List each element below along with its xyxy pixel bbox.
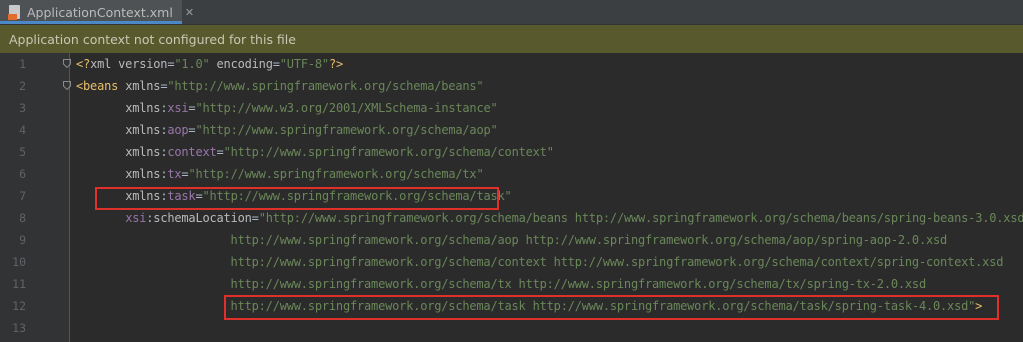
line-number: 2 [19,79,26,93]
xml-file-icon [8,4,21,20]
code-text: xmlns:aop="http://www.springframework.or… [76,119,498,141]
code-token: "http://www.w3.org/2001/XMLSchema-instan… [195,101,498,115]
highlight-box-line-12 [224,295,999,320]
code-line[interactable]: 5 xmlns:context="http://www.springframew… [0,141,1023,163]
fold-marker-icon[interactable] [63,59,71,68]
code-token: <beans [76,79,126,93]
code-token: = [251,211,259,225]
code-line[interactable]: 8 xsi:schemaLocation="http://www.springf… [0,207,1023,229]
code-token: encoding [209,57,273,71]
code-token: <? [76,57,91,71]
line-number: 8 [19,211,26,225]
line-number: 4 [19,123,26,137]
code-text: xsi:schemaLocation="http://www.springfra… [76,207,1023,229]
code-token: schemaLocation [153,211,252,225]
line-number: 13 [12,321,26,335]
code-line[interactable]: 1 <?xml version="1.0" encoding="UTF-8"?> [0,53,1023,75]
code-line[interactable]: 11 http://www.springframework.org/schema… [0,273,1023,295]
highlight-box-line-7 [95,187,499,210]
tab-bar: ApplicationContext.xml ✕ [0,0,1023,25]
code-text: xmlns:xsi="http://www.w3.org/2001/XMLSch… [76,97,498,119]
code-token: "http://www.springframework.org/schema/a… [195,123,498,137]
code-token: xmlns [125,79,161,93]
code-text: <beans xmlns="http://www.springframework… [76,75,484,97]
fold-marker-icon[interactable] [63,81,71,90]
code-token: aop [167,123,189,137]
code-token: tx [167,167,182,181]
code-token: xmlns [125,145,161,159]
code-token: "http://www.springframework.org/schema/t… [188,167,484,181]
code-line[interactable]: 9 http://www.springframework.org/schema/… [0,229,1023,251]
code-text: http://www.springframework.org/schema/tx… [76,273,927,295]
code-text: xmlns:context="http://www.springframewor… [76,141,554,163]
code-line[interactable]: 10 http://www.springframework.org/schema… [0,251,1023,273]
code-token: xmlns [125,101,161,115]
line-number: 1 [19,57,26,71]
code-line[interactable]: 4 xmlns:aop="http://www.springframework.… [0,119,1023,141]
close-icon[interactable]: ✕ [185,7,194,18]
code-token: xsi [125,211,147,225]
code-editor[interactable]: 1 <?xml version="1.0" encoding="UTF-8"?> 2… [0,53,1023,342]
code-token: "UTF-8" [279,57,329,71]
line-number: 10 [12,255,26,269]
line-number: 11 [12,277,26,291]
line-number: 7 [19,189,26,203]
code-line[interactable]: 6 xmlns:tx="http://www.springframework.o… [0,163,1023,185]
code-text: http://www.springframework.org/schema/co… [76,251,1004,273]
code-token: xmlns [125,123,161,137]
code-token: http://www.springframework.org/schema/ao… [230,233,948,247]
code-token: xml version [90,57,168,71]
tab-label: ApplicationContext.xml [27,4,173,20]
code-token: xsi [167,101,189,115]
code-line[interactable]: 3 xmlns:xsi="http://www.w3.org/2001/XMLS… [0,97,1023,119]
code-token: = [216,145,224,159]
code-token: xmlns [125,167,161,181]
line-number: 6 [19,167,26,181]
code-text: xmlns:tx="http://www.springframework.org… [76,163,483,185]
code-line[interactable]: 2 <beans xmlns="http://www.springframewor… [0,75,1023,97]
line-number: 9 [19,233,26,247]
banner-message: Application context not configured for t… [9,31,296,47]
tab-applicationcontext-xml[interactable]: ApplicationContext.xml ✕ [0,0,194,24]
code-text: <?xml version="1.0" encoding="UTF-8"?> [76,53,343,75]
code-token: = [272,57,280,71]
code-token: context [167,145,217,159]
code-token: ?> [328,57,344,71]
code-line[interactable]: 13 [0,317,1023,339]
notification-banner: Application context not configured for t… [0,25,1023,53]
code-token: "http://www.springframework.org/schema/c… [223,145,554,159]
code-token: http://www.springframework.org/schema/tx… [230,277,927,291]
code-token: "http://www.springframework.org/schema/b… [258,211,1023,225]
line-number: 3 [19,101,26,115]
code-token: http://www.springframework.org/schema/co… [230,255,1004,269]
code-token: "http://www.springframework.org/schema/b… [167,79,484,93]
line-number: 5 [19,145,26,159]
line-number: 12 [12,299,26,313]
code-token: "1.0" [174,57,210,71]
code-text: http://www.springframework.org/schema/ao… [76,229,948,251]
